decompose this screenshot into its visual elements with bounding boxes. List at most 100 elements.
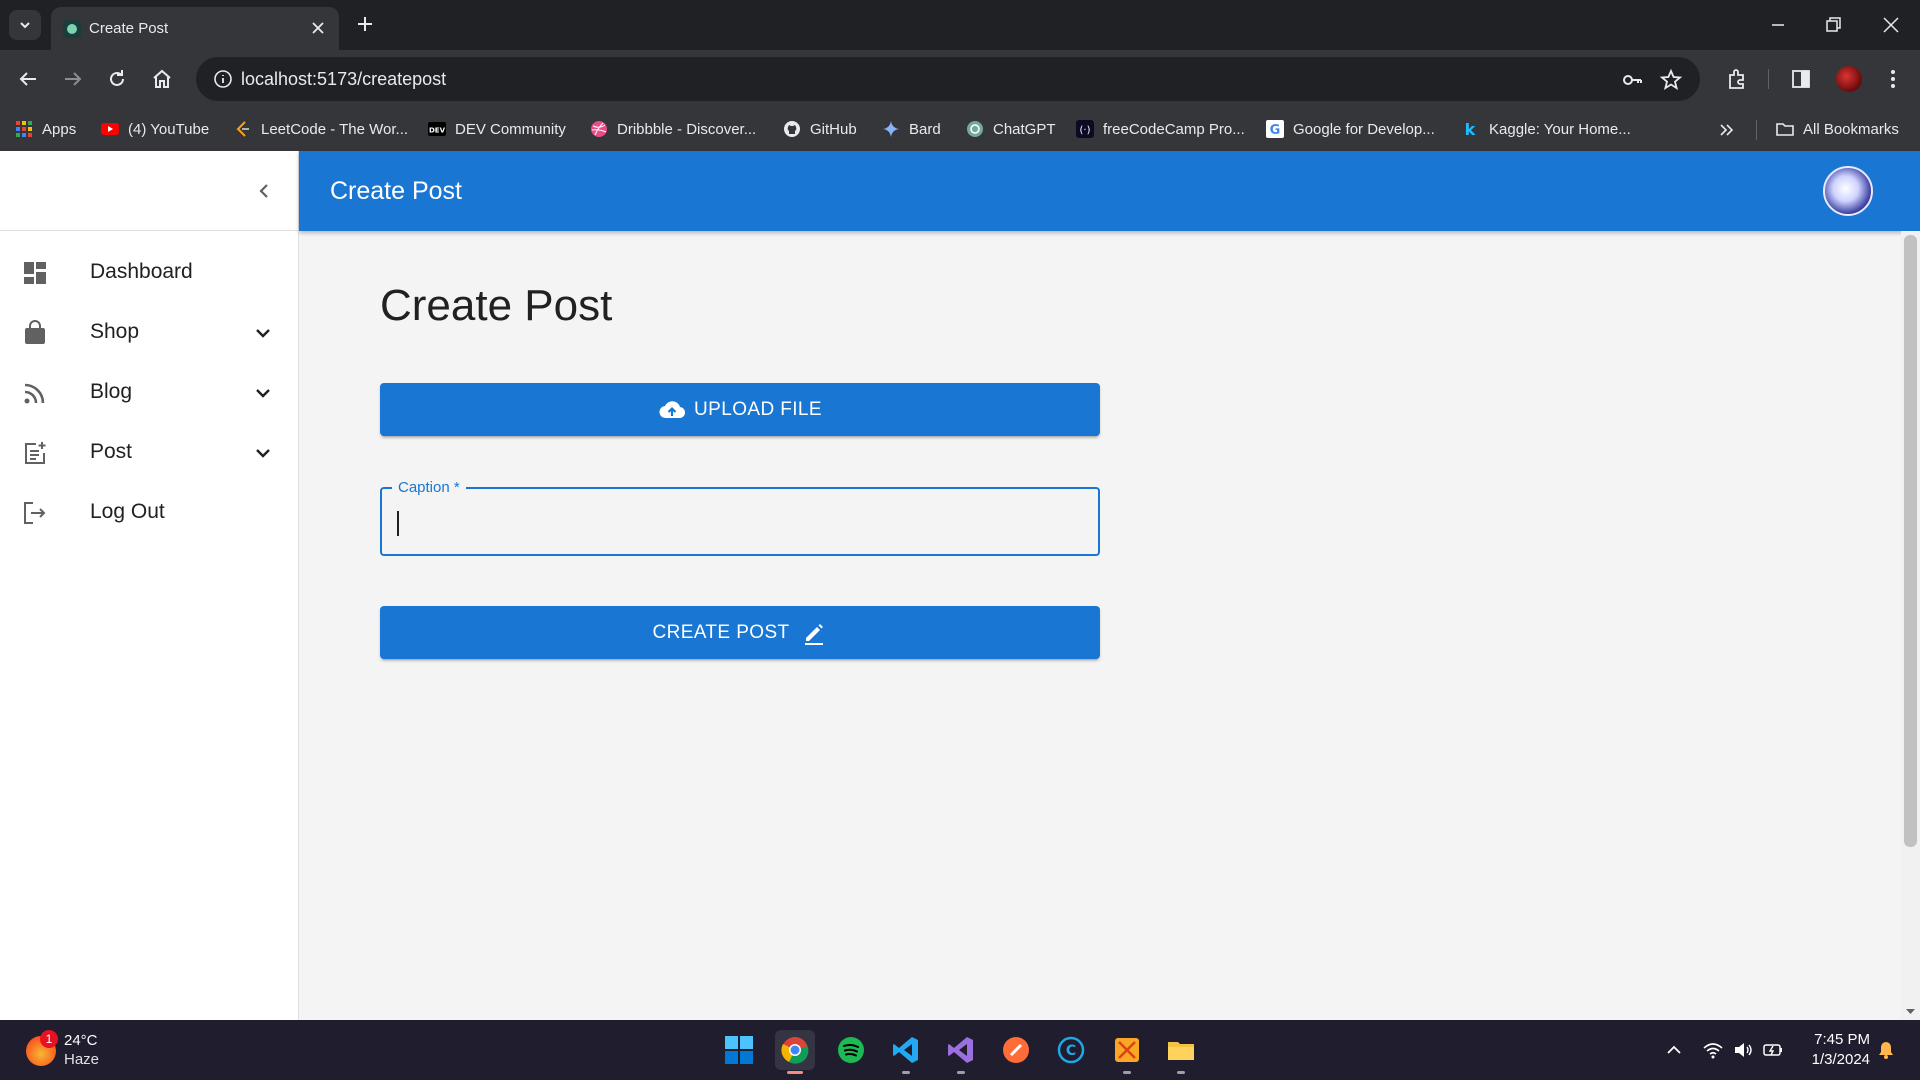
back-arrow-icon[interactable] (15, 66, 41, 92)
browser-tab-active[interactable]: Create Post (51, 7, 339, 50)
logout-icon (24, 502, 46, 524)
taskbar-visual-studio[interactable] (941, 1030, 981, 1074)
app-viewport: Dashboard Shop Blog Post Log Out Create … (0, 151, 1920, 1020)
apps-grid-icon (16, 121, 32, 137)
bard-icon (883, 121, 899, 137)
sidebar-item-blog[interactable]: Blog (0, 364, 298, 420)
bookmark-google-developers[interactable]: G Google for Develop... (1266, 116, 1435, 142)
github-icon (784, 121, 800, 137)
bookmark-github[interactable]: GitHub (783, 116, 857, 142)
more-bookmarks-chevron-icon[interactable] (1717, 121, 1735, 139)
bookmarks-bar: Apps (4) YouTube LeetCode - The Wor... D… (0, 108, 1920, 151)
leetcode-icon (236, 121, 249, 137)
forward-arrow-icon[interactable] (60, 66, 86, 92)
password-key-icon[interactable] (1620, 68, 1644, 92)
reload-icon[interactable] (104, 66, 130, 92)
taskbar-chrome[interactable] (775, 1030, 815, 1074)
show-hidden-icons-chevron-icon[interactable] (1663, 1039, 1685, 1061)
minimize-icon[interactable] (1767, 14, 1789, 36)
all-bookmarks-folder[interactable]: All Bookmarks (1776, 116, 1899, 142)
sidebar-item-label: Post (90, 440, 133, 463)
rss-feed-icon (24, 383, 45, 404)
user-avatar[interactable] (1823, 166, 1873, 216)
bookmark-label: Kaggle: Your Home... (1489, 120, 1631, 138)
spotify-icon (838, 1037, 864, 1063)
bookmark-label: (4) YouTube (128, 120, 210, 138)
folder-icon (1776, 123, 1794, 136)
taskbar-snipping-tool[interactable] (1107, 1030, 1147, 1074)
c-letter-icon: C (1057, 1036, 1085, 1064)
notification-bell-icon[interactable] (1875, 1039, 1897, 1061)
profile-avatar[interactable] (1836, 66, 1862, 92)
bookmark-label: freeCodeCamp Pro... (1103, 120, 1245, 138)
page-title: Create Post (380, 281, 613, 330)
sidebar-item-dashboard[interactable]: Dashboard (0, 244, 298, 300)
bookmark-label: LeetCode - The Wor... (261, 120, 409, 138)
notification-badge: 1 (40, 1030, 58, 1048)
side-panel-icon[interactable] (1788, 66, 1814, 92)
cloud-upload-icon (659, 400, 686, 418)
more-vertical-icon[interactable] (1880, 66, 1906, 92)
start-button[interactable] (719, 1030, 759, 1070)
upload-file-button[interactable]: UPLOAD FILE (380, 383, 1100, 436)
scroll-down-arrow-icon[interactable] (1906, 1007, 1915, 1016)
bookmark-chatgpt[interactable]: ChatGPT (966, 116, 1056, 142)
weather-widget[interactable]: 1 24°C Haze (22, 1030, 132, 1072)
scrollbar-thumb[interactable] (1904, 235, 1917, 847)
caption-input[interactable] (396, 503, 1086, 541)
taskbar-file-explorer[interactable] (1161, 1030, 1201, 1074)
sidebar-item-label: Dashboard (90, 260, 193, 283)
bookmark-apps[interactable]: Apps (15, 116, 76, 142)
bookmark-dev[interactable]: DEV DEV Community (428, 116, 566, 142)
taskbar-vscode[interactable] (886, 1030, 926, 1074)
page-scrollbar[interactable] (1901, 231, 1920, 1020)
bookmark-label: Dribbble - Discover... (617, 120, 757, 138)
address-bar[interactable]: localhost:5173/createpost (196, 57, 1700, 101)
bookmark-label: Apps (42, 120, 77, 138)
volume-icon[interactable] (1732, 1039, 1754, 1061)
close-icon[interactable] (309, 19, 327, 37)
new-tab-plus-icon[interactable] (354, 13, 376, 35)
taskbar-postman[interactable] (996, 1030, 1036, 1070)
sidebar-item-post[interactable]: Post (0, 424, 298, 480)
expand-more-icon[interactable] (251, 441, 275, 465)
bookmark-star-icon[interactable] (1659, 68, 1683, 92)
bookmark-youtube[interactable]: (4) YouTube (101, 116, 209, 142)
create-post-button[interactable]: CREATE POST (380, 606, 1100, 659)
wifi-icon[interactable] (1702, 1039, 1724, 1061)
sidebar-header (0, 151, 298, 231)
url-text[interactable]: localhost:5173/createpost (241, 69, 446, 90)
bookmark-label: ChatGPT (993, 120, 1056, 138)
sidebar: Dashboard Shop Blog Post Log Out (0, 151, 299, 1020)
bookmark-bard[interactable]: Bard (882, 116, 941, 142)
chevron-down-icon (20, 22, 30, 29)
close-window-icon[interactable] (1880, 14, 1902, 36)
bookmark-kaggle[interactable]: k Kaggle: Your Home... (1462, 116, 1631, 142)
sidebar-item-shop[interactable]: Shop (0, 304, 298, 360)
caption-field[interactable]: Caption * (380, 479, 1100, 556)
dev-icon: DEV (428, 122, 446, 136)
home-icon[interactable] (149, 66, 175, 92)
taskbar-spotify[interactable] (831, 1030, 871, 1070)
site-info-icon[interactable] (212, 68, 234, 90)
vscode-icon (893, 1037, 918, 1063)
bookmarks-divider (1756, 120, 1757, 140)
chevron-left-icon[interactable] (251, 178, 277, 204)
bookmark-dribbble[interactable]: Dribbble - Discover... (590, 116, 756, 142)
bookmark-freecodecamp[interactable]: (·) freeCodeCamp Pro... (1076, 116, 1245, 142)
svg-text:G: G (1270, 123, 1281, 138)
sidebar-item-label: Blog (90, 380, 133, 403)
battery-charging-icon[interactable] (1762, 1039, 1784, 1061)
create-post-label: CREATE POST (652, 621, 790, 643)
system-clock[interactable]: 7:45 PM 1/3/2024 (1800, 1030, 1870, 1070)
restore-icon[interactable] (1822, 14, 1844, 36)
extensions-puzzle-icon[interactable] (1724, 66, 1750, 92)
taskbar-c-app[interactable]: C (1051, 1030, 1091, 1070)
expand-more-icon[interactable] (251, 321, 275, 345)
expand-more-icon[interactable] (251, 381, 275, 405)
sidebar-item-label: Log Out (90, 500, 165, 523)
sidebar-item-logout[interactable]: Log Out (0, 484, 298, 540)
main-content: Create Post UPLOAD FILE Caption * CREATE… (299, 231, 1901, 1020)
bookmark-leetcode[interactable]: LeetCode - The Wor... (234, 116, 408, 142)
tab-search-button[interactable] (9, 10, 41, 40)
